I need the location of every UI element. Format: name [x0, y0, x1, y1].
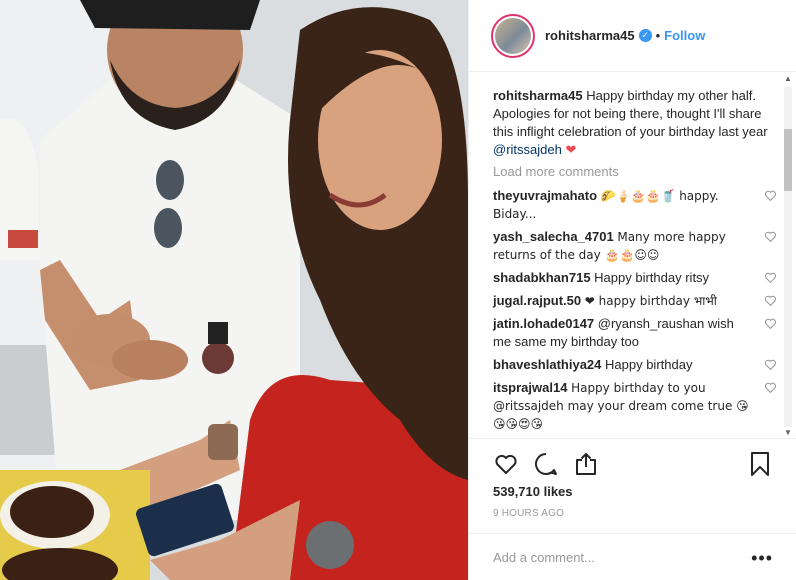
comment-username[interactable]: bhaveshlathiya24 — [493, 357, 601, 372]
comment-like-icon[interactable] — [764, 271, 777, 284]
profile-avatar[interactable] — [491, 13, 535, 58]
comment-item: shadabkhan715 Happy birthday ritsy — [493, 269, 777, 287]
verified-badge-icon: ✓ — [638, 29, 652, 42]
heart-outline-icon — [495, 454, 517, 474]
comment-like-icon[interactable] — [764, 294, 777, 307]
comment-item: jugal.rajput.50 ❤ happy birthday भाभी — [493, 292, 777, 310]
comment-text: ❤ happy birthday भाभी — [584, 294, 717, 308]
like-button[interactable] — [493, 451, 519, 477]
share-button[interactable] — [573, 451, 599, 477]
load-more-comments-button[interactable]: Load more comments — [493, 163, 777, 181]
share-icon — [576, 452, 596, 475]
scrollbar-thumb[interactable] — [784, 129, 792, 191]
speech-bubble-icon — [535, 452, 557, 475]
comment-text: Happy birthday — [605, 357, 693, 372]
follow-button[interactable]: Follow — [664, 28, 705, 43]
comment-like-icon[interactable] — [764, 381, 777, 394]
comment-text: Happy birthday ritsy — [594, 270, 710, 285]
scroll-up-arrow-icon[interactable]: ▲ — [782, 73, 794, 85]
comment-username[interactable]: jatin.lohade0147 — [493, 316, 594, 331]
comment-username[interactable]: yash_salecha_4701 — [493, 229, 614, 244]
comment-button[interactable] — [533, 451, 559, 477]
comment-username[interactable]: theyuvrajmahato — [493, 188, 597, 203]
post-header: rohitsharma45 ✓ • Follow — [469, 0, 796, 72]
caption-username[interactable]: rohitsharma45 — [493, 88, 583, 103]
comments-list[interactable]: rohitsharma45 Happy birthday my other ha… — [469, 73, 796, 438]
comment-like-icon[interactable] — [764, 358, 777, 371]
photo-illustration — [0, 0, 468, 580]
instagram-post: rohitsharma45 ✓ • Follow rohitsharma45 H… — [0, 0, 796, 580]
header-username[interactable]: rohitsharma45 — [545, 28, 635, 43]
header-separator: • — [655, 28, 661, 43]
comment-item: itsprajwal14 Happy birthday to you @rits… — [493, 379, 777, 433]
comment-item: jatin.lohade0147 @ryansh_raushan wish me… — [493, 315, 777, 351]
comment-like-icon[interactable] — [764, 317, 777, 330]
comment-username[interactable]: shadabkhan715 — [493, 270, 591, 285]
comment-item: yash_salecha_4701 Many more happy return… — [493, 228, 777, 264]
post-side-panel: rohitsharma45 ✓ • Follow rohitsharma45 H… — [468, 0, 796, 580]
bookmark-icon[interactable] — [749, 451, 771, 477]
comment-like-icon[interactable] — [764, 189, 777, 202]
post-caption: rohitsharma45 Happy birthday my other ha… — [493, 87, 777, 159]
comment-item: bhaveshlathiya24 Happy birthday — [493, 356, 777, 374]
add-comment-input[interactable]: Add a comment... — [493, 550, 595, 565]
add-comment-bar: Add a comment... ••• — [469, 533, 796, 580]
comments-scrollbar[interactable]: ▲ ▼ — [782, 73, 794, 439]
caption-mention[interactable]: @ritssajdeh — [493, 142, 562, 157]
post-photo[interactable] — [0, 0, 468, 580]
post-actions-bar — [469, 438, 796, 488]
comment-username[interactable]: itsprajwal14 — [493, 380, 567, 395]
likes-count[interactable]: 539,710 likes — [493, 484, 573, 499]
comment-item: theyuvrajmahato 🌮🍦🎂🎂🥤 happy. Biday... — [493, 187, 777, 223]
post-timestamp: 9 HOURS AGO — [493, 508, 565, 519]
comment-like-icon[interactable] — [764, 230, 777, 243]
red-heart-emoji: ❤ — [565, 142, 577, 157]
more-options-button[interactable]: ••• — [751, 548, 773, 569]
comment-username[interactable]: jugal.rajput.50 — [493, 293, 581, 308]
